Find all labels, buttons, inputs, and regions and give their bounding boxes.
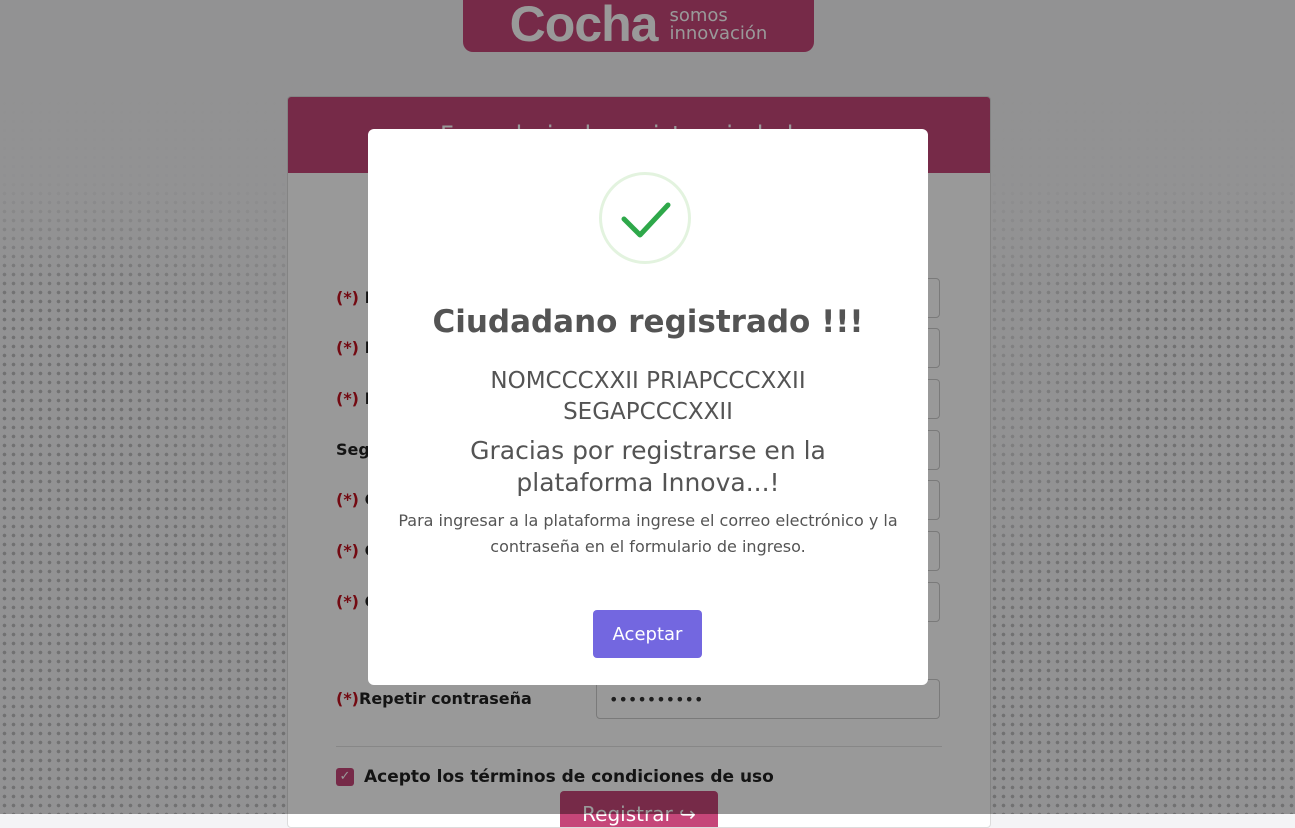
thanks-message: Gracias por registrarse en la plataforma… [470, 436, 826, 497]
accept-button[interactable]: Aceptar [593, 610, 702, 658]
success-modal: Ciudadano registrado !!! NOMCCCXXII PRIA… [368, 129, 928, 685]
modal-title: Ciudadano registrado !!! [432, 304, 864, 340]
login-instructions: Para ingresar a la plataforma ingrese el… [398, 511, 898, 556]
check-icon [599, 172, 691, 264]
citizen-name: NOMCCCXXII PRIAPCCCXXII SEGAPCCCXXII [490, 368, 806, 425]
